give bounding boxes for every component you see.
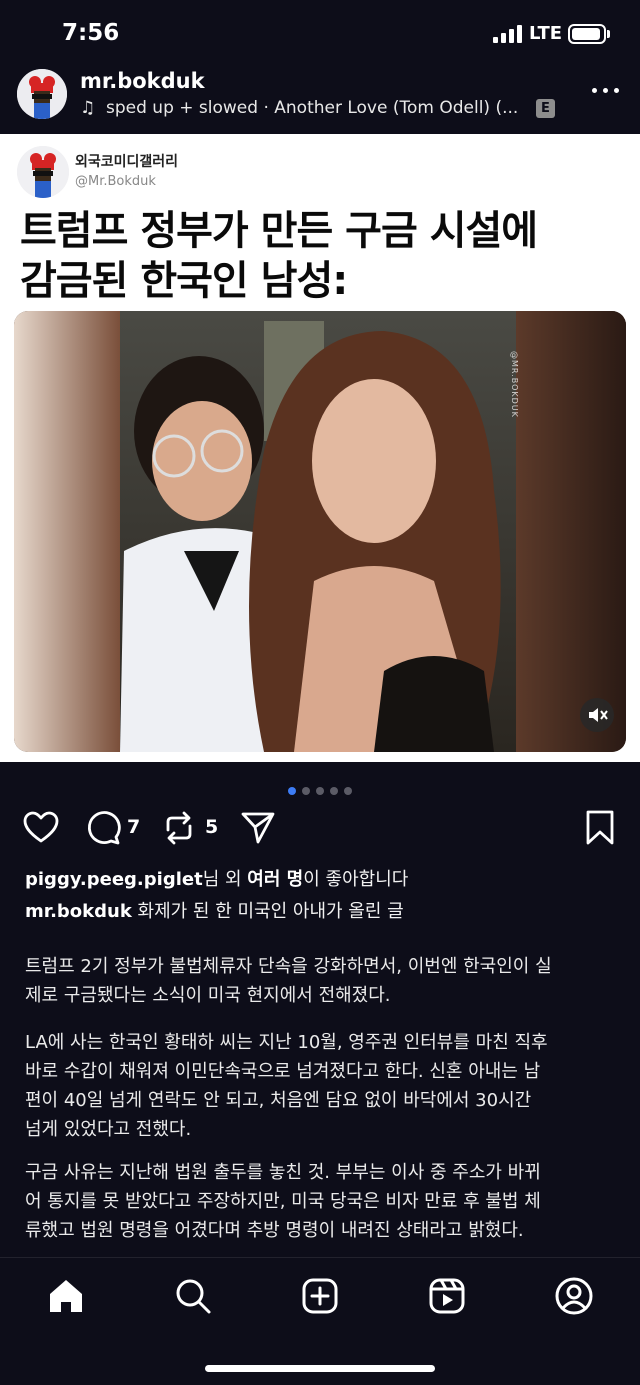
caption-text: 화제가 된 한 미국인 아내가 올린 글 [131, 901, 404, 922]
share-button[interactable] [239, 808, 277, 848]
embed-account-name: 외국코미디갤러리 [75, 154, 179, 170]
caption-line: 트럼프 2기 정부가 불법체류자 단속을 강화하면서, 이번엔 한국인이 실 [25, 956, 552, 977]
headline-line-2: 감금된 한국인 남성: [20, 258, 348, 304]
signal-icon [493, 25, 523, 43]
repost-button[interactable] [160, 808, 198, 848]
embed-handle: @Mr.Bokduk [75, 174, 156, 189]
battery-icon [568, 24, 606, 44]
photo-watermark: @MR.BOKDUK [510, 351, 519, 418]
bookmark-button[interactable] [582, 808, 618, 848]
avatar[interactable] [17, 69, 67, 119]
network-label: LTE [529, 23, 563, 44]
music-note-icon: ♫ [80, 98, 96, 118]
tab-search[interactable] [173, 1276, 213, 1316]
home-indicator[interactable] [205, 1365, 435, 1372]
comment-count: 7 [127, 816, 141, 838]
caption: mr.bokduk 화제가 된 한 미국인 아내가 올린 글 [25, 897, 404, 923]
caption-line: 편이 40일 넘게 연락도 안 되고, 처음엔 담요 없이 바닥에서 30시간 [25, 1090, 532, 1111]
likes-others[interactable]: 여러 명 [247, 869, 303, 890]
caption-line: 제로 구금됐다는 소식이 미국 현지에서 전해졌다. [25, 985, 391, 1006]
likes-summary[interactable]: piggy.peeg.piglet님 외 여러 명이 좋아합니다 [25, 865, 408, 891]
tab-home[interactable] [46, 1276, 86, 1316]
mute-icon [589, 708, 608, 722]
carousel-dot [344, 787, 352, 795]
audio-track[interactable]: ♫ sped up + slowed · Another Love (Tom Od… [80, 98, 518, 118]
caption-paragraph-2: LA에 사는 한국인 황태하 씨는 지난 10월, 영주권 인터뷰를 마친 직후… [25, 1028, 620, 1144]
battery-cap [607, 30, 610, 38]
liker-username[interactable]: piggy.peeg.piglet [25, 869, 203, 890]
caption-line: 넘게 있었다고 전했다. [25, 1119, 192, 1140]
carousel-indicator [0, 780, 640, 795]
carousel-dot [288, 787, 296, 795]
comment-icon [87, 811, 121, 845]
photo: @MR.BOKDUK [14, 311, 626, 752]
mute-button[interactable] [580, 698, 614, 732]
tab-profile[interactable] [554, 1276, 594, 1316]
caption-paragraph-1: 트럼프 2기 정부가 불법체류자 단속을 강화하면서, 이번엔 한국인이 실 제… [25, 952, 620, 1010]
likes-text-a: 님 외 [202, 869, 248, 890]
caption-line: 바로 수갑이 채워져 이민단속국으로 넘겨졌다고 한다. 신혼 아내는 남 [25, 1061, 541, 1082]
caption-line: 류했고 법원 명령을 어겼다며 추방 명령이 내려진 상태라고 밝혔다. [25, 1220, 524, 1241]
profile-icon [555, 1277, 593, 1315]
post-media[interactable]: 외국코미디갤러리 @Mr.Bokduk 트럼프 정부가 만든 구금 시설에 감금… [0, 134, 640, 762]
carousel-dot [302, 787, 310, 795]
explicit-badge: E [536, 99, 555, 118]
heart-icon [23, 811, 59, 843]
status-time: 7:56 [62, 20, 120, 46]
headline-line-1: 트럼프 정부가 만든 구금 시설에 [20, 208, 538, 254]
audio-track-label: sped up + slowed · Another Love (Tom Ode… [106, 98, 519, 118]
likes-text-c: 이 좋아합니다 [303, 869, 409, 890]
comment-button[interactable] [85, 808, 123, 848]
repost-count: 5 [205, 816, 219, 838]
tab-reels[interactable] [427, 1276, 467, 1316]
post-username[interactable]: mr.bokduk [80, 69, 205, 93]
bookmark-icon [586, 810, 614, 845]
home-icon [50, 1280, 82, 1312]
post-header: mr.bokduk ♫ sped up + slowed · Another Lo… [0, 62, 640, 134]
reels-icon [429, 1278, 465, 1314]
send-icon [241, 812, 275, 844]
embed-avatar [17, 146, 69, 198]
like-button[interactable] [22, 808, 60, 848]
action-bar: 7 5 [0, 808, 640, 848]
create-icon [302, 1278, 338, 1314]
tab-create[interactable] [300, 1276, 340, 1316]
caption-line: 어 통지를 못 받았다고 주장하지만, 미국 당국은 비자 만료 후 불법 체 [25, 1191, 541, 1212]
more-icon[interactable] [592, 86, 622, 96]
caption-line: LA에 사는 한국인 황태하 씨는 지난 10월, 영주권 인터뷰를 마친 직후 [25, 1032, 548, 1053]
carousel-dot [316, 787, 324, 795]
embed-headline: 트럼프 정부가 만든 구금 시설에 감금된 한국인 남성: [20, 206, 630, 306]
search-icon [176, 1279, 211, 1314]
status-bar: 7:56 LTE [0, 0, 640, 62]
caption-paragraph-3: 구금 사유는 지난해 법원 출두를 놓친 것. 부부는 이사 중 주소가 바뀌 … [25, 1158, 620, 1245]
repost-icon [166, 811, 192, 845]
caption-username[interactable]: mr.bokduk [25, 901, 132, 922]
caption-line: 구금 사유는 지난해 법원 출두를 놓친 것. 부부는 이사 중 주소가 바뀌 [25, 1162, 541, 1183]
carousel-dot [330, 787, 338, 795]
